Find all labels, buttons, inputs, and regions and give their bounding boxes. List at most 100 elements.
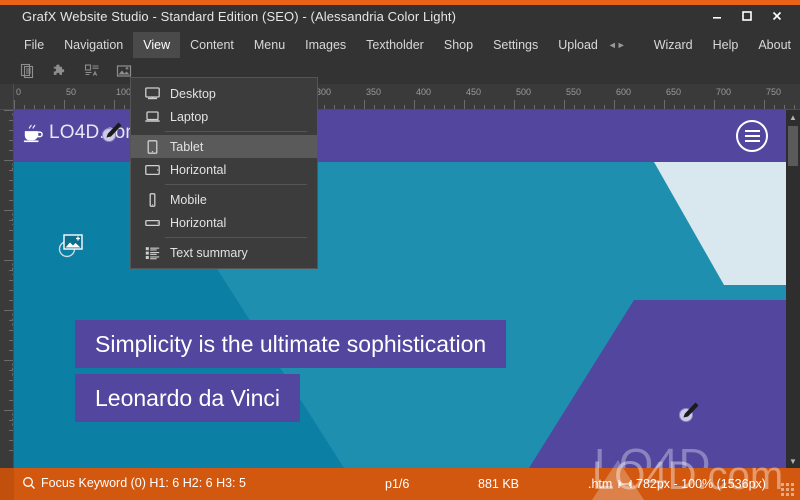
- ruler-minor-tick: [9, 220, 13, 221]
- ruler-minor-tick: [9, 150, 13, 151]
- ruler-minor-tick: [84, 105, 85, 109]
- menu-item-images[interactable]: Images: [295, 32, 356, 58]
- menu-item-navigation[interactable]: Navigation: [54, 32, 133, 58]
- view-menu-item-label: Mobile: [170, 192, 207, 207]
- phone-portrait-icon: [139, 190, 165, 210]
- ruler-minor-tick: [104, 105, 105, 109]
- menu-item-content[interactable]: Content: [180, 32, 244, 58]
- ruler-minor-tick: [734, 105, 735, 109]
- menu-item-wizard[interactable]: Wizard: [644, 32, 703, 58]
- menu-item-help[interactable]: Help: [703, 32, 749, 58]
- ruler-tick: [364, 100, 365, 109]
- focus-keyword-group[interactable]: Focus Keyword (0) H1: 6 H2: 6 H3: 5: [22, 476, 246, 490]
- quote-text-block[interactable]: Simplicity is the ultimate sophisticatio…: [75, 320, 507, 368]
- ruler-minor-tick: [534, 105, 535, 109]
- pencil-icon[interactable]: [677, 397, 703, 423]
- ruler-tick: [564, 100, 565, 109]
- ruler-minor-tick: [784, 105, 785, 109]
- view-menu-item-label: Tablet: [170, 139, 204, 154]
- ruler-label: 750: [766, 87, 782, 97]
- magnifier-icon[interactable]: [22, 476, 36, 490]
- view-menu-item-label: Text summary: [170, 245, 248, 260]
- pages-icon[interactable]: [18, 61, 38, 81]
- ruler-minor-tick: [44, 105, 45, 109]
- scroll-up-arrow-icon[interactable]: ▲: [786, 110, 800, 124]
- ruler-minor-tick: [444, 105, 445, 109]
- ruler-label: 100: [116, 87, 132, 97]
- ruler-minor-tick: [9, 390, 13, 391]
- resize-grip-icon[interactable]: [781, 483, 794, 496]
- vertical-ruler: 050100150200250300: [0, 110, 14, 468]
- menu-item-upload[interactable]: Upload: [548, 32, 608, 58]
- ruler-minor-tick: [484, 105, 485, 109]
- menu-prev-arrow-icon[interactable]: ◄: [608, 32, 617, 58]
- ruler-minor-tick: [9, 430, 13, 431]
- view-dropdown-menu[interactable]: Desktop Laptop Tablet Horizontal Mobile Horiz…: [130, 77, 318, 269]
- ruler-label: 350: [366, 87, 382, 97]
- view-menu-item-label: Horizontal: [170, 215, 227, 230]
- ruler-minor-tick: [9, 140, 13, 141]
- ruler-minor-tick: [674, 105, 675, 109]
- ruler-minor-tick: [9, 290, 13, 291]
- ruler-minor-tick: [124, 105, 125, 109]
- ruler-minor-tick: [24, 105, 25, 109]
- view-menu-item-label: Desktop: [170, 86, 216, 101]
- pencil-icon[interactable]: [100, 117, 126, 143]
- view-menu-item-horizontal-5[interactable]: Horizontal: [131, 211, 317, 234]
- scroll-down-arrow-icon[interactable]: ▼: [786, 454, 800, 468]
- tablet-landscape-icon: [139, 160, 165, 180]
- ruler-tick: [464, 100, 465, 109]
- scrollbar-thumb[interactable]: [788, 126, 798, 166]
- maximize-button[interactable]: [732, 5, 762, 27]
- ruler-label: 700: [716, 87, 732, 97]
- ruler-minor-tick: [9, 340, 13, 341]
- menu-next-arrow-icon[interactable]: ►: [617, 32, 626, 58]
- menu-bar: File Navigation View Content Menu Images…: [0, 32, 800, 58]
- hamburger-menu-icon[interactable]: [736, 120, 768, 152]
- ruler-minor-tick: [9, 120, 13, 121]
- menu-item-textholder[interactable]: Textholder: [356, 32, 434, 58]
- ruler-minor-tick: [754, 105, 755, 109]
- file-size: 881 KB: [478, 477, 520, 491]
- view-menu-item-text-summary-6[interactable]: Text summary: [131, 241, 317, 264]
- ruler-tick: [14, 100, 15, 109]
- ruler-minor-tick: [504, 105, 505, 109]
- ruler-minor-tick: [554, 105, 555, 109]
- quote-author-block[interactable]: Leonardo da Vinci: [75, 374, 300, 422]
- ruler-minor-tick: [634, 105, 635, 109]
- status-left-strip: [0, 468, 14, 500]
- window-title: GrafX Website Studio - Standard Edition …: [22, 9, 457, 24]
- view-menu-item-desktop-0[interactable]: Desktop: [131, 82, 317, 105]
- menu-item-menu[interactable]: Menu: [244, 32, 295, 58]
- view-menu-item-tablet-2[interactable]: Tablet: [131, 135, 317, 158]
- ruler-minor-tick: [9, 450, 13, 451]
- menu-item-settings[interactable]: Settings: [483, 32, 548, 58]
- vertical-scrollbar[interactable]: ▲ ▼: [786, 110, 800, 468]
- toolbar: [0, 58, 800, 84]
- menu-item-file[interactable]: File: [14, 32, 54, 58]
- menu-separator: [165, 184, 307, 185]
- add-image-icon[interactable]: [58, 232, 88, 258]
- view-menu-item-laptop-1[interactable]: Laptop: [131, 105, 317, 128]
- status-watermark: LO4D.com: [592, 454, 784, 498]
- ruler-minor-tick: [9, 180, 13, 181]
- menu-item-view[interactable]: View: [133, 32, 181, 58]
- view-menu-item-horizontal-3[interactable]: Horizontal: [131, 158, 317, 181]
- ruler-minor-tick: [9, 280, 13, 281]
- menu-item-about[interactable]: About: [748, 32, 800, 58]
- close-button[interactable]: [762, 5, 792, 27]
- minimize-button[interactable]: [702, 5, 732, 27]
- ruler-minor-tick: [624, 105, 625, 109]
- ruler-minor-tick: [9, 250, 13, 251]
- menu-item-shop[interactable]: Shop: [434, 32, 483, 58]
- ruler-minor-tick: [684, 105, 685, 109]
- ruler-minor-tick: [9, 130, 13, 131]
- view-menu-item-mobile-4[interactable]: Mobile: [131, 188, 317, 211]
- title-accent-stripe: [0, 0, 800, 5]
- puzzle-icon[interactable]: [50, 61, 70, 81]
- ruler-label: 450: [466, 87, 482, 97]
- ruler-minor-tick: [9, 240, 13, 241]
- ruler-minor-tick: [394, 105, 395, 109]
- ruler-minor-tick: [604, 105, 605, 109]
- text-layout-icon[interactable]: [82, 61, 102, 81]
